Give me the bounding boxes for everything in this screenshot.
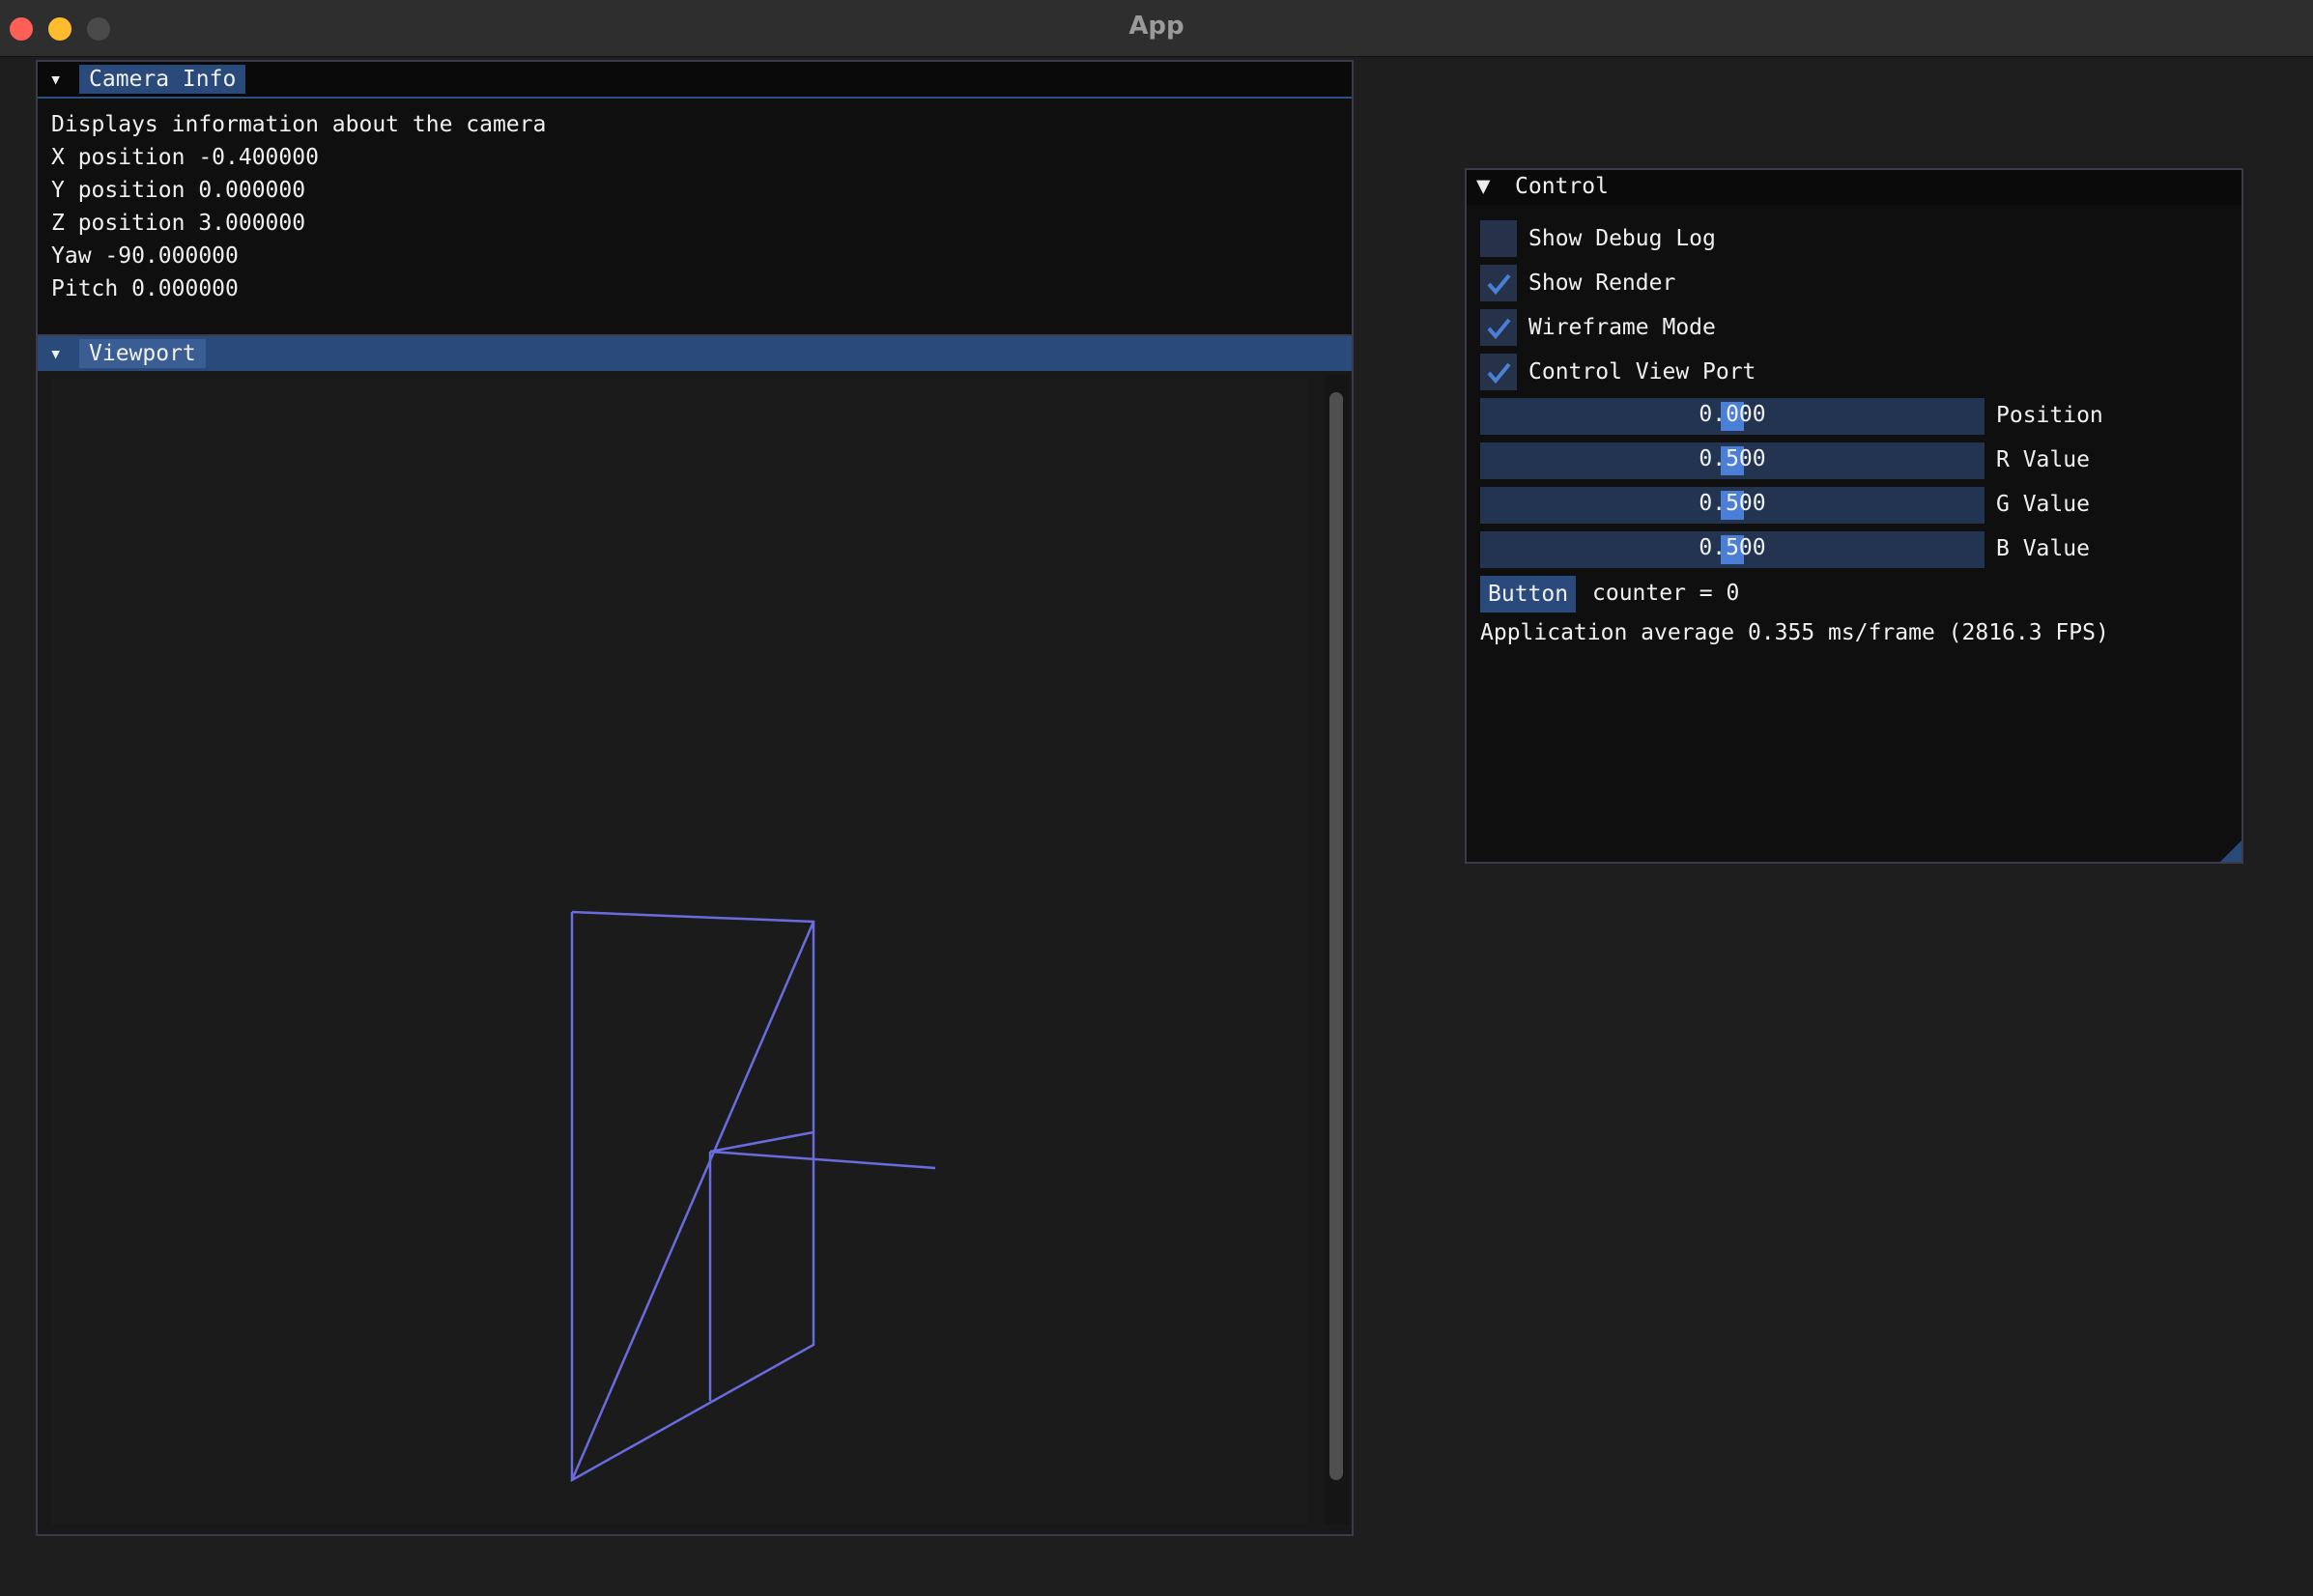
camera-info-title-bar[interactable]: ▾ Camera Info [38, 62, 1352, 99]
slider-value: 0.500 [1699, 491, 1766, 516]
camera-x-position: X position -0.400000 [51, 145, 319, 170]
fps-text: Application average 0.355 ms/frame (2816… [1480, 620, 2109, 645]
g-value-slider[interactable]: 0.500 [1480, 487, 1985, 524]
slider-value: 0.000 [1699, 402, 1766, 427]
viewport-scrollbar-thumb[interactable] [1329, 392, 1343, 1480]
counter-button[interactable]: Button [1480, 576, 1577, 613]
checkbox-label: Wireframe Mode [1528, 315, 1716, 340]
title-bar: App [0, 0, 2313, 57]
wireframe-render [570, 910, 936, 1483]
viewport-canvas[interactable] [51, 379, 1307, 1525]
checkbox-label: Show Render [1528, 271, 1676, 296]
wireframe-inner-edge [709, 1130, 814, 1154]
camera-description: Displays information about the camera [51, 112, 547, 137]
checkbox-label: Show Debug Log [1528, 226, 1716, 251]
collapse-arrow-icon[interactable]: ▾ [49, 68, 62, 92]
wireframe-mode-checkbox[interactable]: Wireframe Mode [1480, 309, 1716, 346]
collapse-arrow-icon[interactable]: ▾ [49, 342, 62, 366]
control-title-bar[interactable]: ▼ Control [1467, 170, 2242, 205]
camera-info-window: ▾ Camera Info Displays information about… [36, 60, 1354, 336]
checkmark-icon [1487, 273, 1511, 296]
slider-value: 0.500 [1699, 535, 1766, 560]
b-value-slider-label: B Value [1996, 536, 2090, 561]
viewport-title-bar[interactable]: ▾ Viewport [38, 336, 1352, 371]
camera-pitch: Pitch 0.000000 [51, 276, 239, 301]
position-slider-label: Position [1996, 403, 2103, 428]
b-value-slider[interactable]: 0.500 [1480, 531, 1985, 568]
checkbox-label: Control View Port [1528, 359, 1756, 385]
slider-value: 0.500 [1699, 446, 1766, 471]
viewport-scrollbar[interactable] [1325, 375, 1350, 1525]
checkbox-box[interactable] [1480, 220, 1517, 257]
wireframe-ray [709, 1150, 936, 1170]
viewport-title: Viewport [79, 339, 206, 368]
control-window: ▼ Control Show Debug Log Show Render Wir… [1465, 168, 2243, 864]
camera-z-position: Z position 3.000000 [51, 211, 306, 236]
control-view-port-checkbox[interactable]: Control View Port [1480, 354, 1756, 390]
checkbox-box[interactable] [1480, 309, 1517, 346]
collapse-arrow-icon[interactable]: ▼ [1476, 172, 1490, 199]
checkbox-box[interactable] [1480, 265, 1517, 301]
wireframe-diagonal [570, 921, 815, 1481]
counter-text: counter = 0 [1592, 581, 1740, 606]
show-debug-log-checkbox[interactable]: Show Debug Log [1480, 220, 1716, 257]
resize-grip[interactable] [2220, 841, 2242, 862]
checkmark-icon [1487, 362, 1511, 385]
camera-info-title: Camera Info [79, 65, 246, 94]
g-value-slider-label: G Value [1996, 492, 2090, 517]
viewport-window: ▾ Viewport [36, 334, 1354, 1536]
checkbox-box[interactable] [1480, 354, 1517, 390]
checkmark-icon [1487, 318, 1511, 340]
control-title: Control [1515, 174, 1609, 199]
camera-yaw: Yaw -90.000000 [51, 243, 239, 269]
position-slider[interactable]: 0.000 [1480, 398, 1985, 435]
camera-y-position: Y position 0.000000 [51, 178, 306, 203]
r-value-slider-label: R Value [1996, 447, 2090, 472]
r-value-slider[interactable]: 0.500 [1480, 442, 1985, 479]
app-title: App [1128, 12, 1185, 41]
show-render-checkbox[interactable]: Show Render [1480, 265, 1675, 301]
